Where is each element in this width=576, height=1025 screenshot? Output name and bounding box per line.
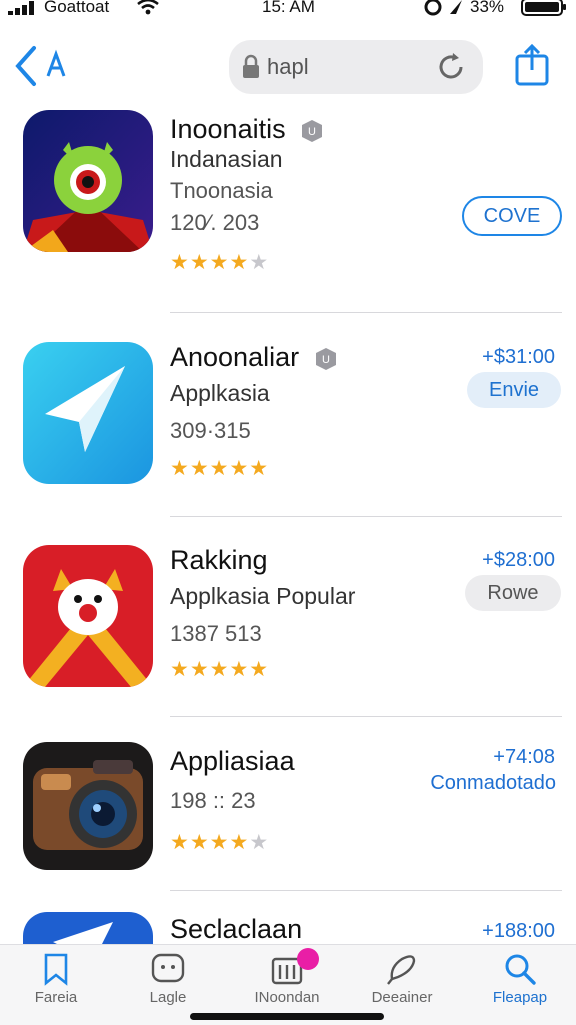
search-query: hapl — [267, 54, 309, 79]
clown-icon — [23, 545, 153, 687]
app-title: Inoonaitis — [170, 114, 286, 144]
half-star-icon: ★ — [249, 251, 270, 274]
svg-text:U: U — [322, 354, 330, 366]
tab-deeainer[interactable]: Deeainer — [352, 951, 452, 1017]
tab-lagle[interactable]: Lagle — [118, 951, 218, 1017]
home-indicator[interactable] — [190, 1013, 384, 1020]
star-rating: ★★★★★ — [170, 457, 270, 480]
tab-label: INoondan — [254, 989, 320, 1006]
tab-label: Fareia — [34, 989, 78, 1006]
search-icon — [505, 954, 536, 985]
pen-icon — [387, 955, 416, 985]
reload-icon[interactable] — [435, 51, 467, 83]
star-rating: ★★★★★ — [170, 658, 270, 681]
list-item[interactable]: Seclaclaan +188:00 — [0, 912, 576, 944]
app-title: Anoonaliar — [170, 342, 300, 372]
half-star-icon: ★ — [249, 831, 270, 854]
tab-label: Fleapap — [492, 989, 548, 1006]
svg-text:U: U — [308, 126, 316, 138]
app-icon[interactable] — [23, 110, 153, 252]
tab-label: Lagle — [149, 989, 187, 1006]
tab-fareia[interactable]: Fareia — [6, 951, 106, 1017]
clock: 15: AM — [262, 0, 315, 16]
app-title-row: Anoonaliar U — [170, 342, 337, 373]
app-icon[interactable] — [23, 342, 153, 484]
divider — [170, 890, 562, 891]
list-item[interactable]: Rakking Applkasia Popular 1387 513 ★★★★★… — [0, 545, 576, 715]
list-item[interactable]: Inoonaitis U Indanasian Tnoonasia 120⁄. … — [0, 110, 576, 310]
app-price: +188:00 — [482, 920, 555, 942]
get-button[interactable]: COVE — [462, 196, 562, 236]
app-category: Tnoonasia — [170, 178, 273, 203]
carrier-name: Goattoat — [44, 0, 110, 16]
camera-icon — [23, 742, 153, 870]
get-button[interactable]: Rowe — [465, 575, 561, 611]
app-price: +$28:00 — [482, 549, 555, 571]
list-item[interactable]: Anoonaliar U Applkasia 309·315 ★★★★★ +$3… — [0, 342, 576, 512]
address-bar[interactable]: hapl — [229, 40, 483, 94]
app-icon[interactable] — [23, 912, 153, 944]
app-logo-icon — [23, 110, 153, 252]
location-icon — [424, 0, 462, 16]
bookmark-icon — [44, 953, 68, 986]
age-rating-icon: U — [315, 347, 336, 370]
signal-icon — [8, 1, 34, 15]
app-developer: Indanasian — [170, 146, 283, 172]
age-rating-icon: U — [302, 119, 323, 142]
battery-percentage: 33% — [470, 0, 505, 16]
app-logo-icon — [23, 912, 153, 944]
star-rating: ★★★★★ — [170, 251, 270, 274]
app-price: +$31:00 — [482, 346, 555, 368]
app-developer: Applkasia — [170, 380, 270, 406]
app-title-row: Inoonaitis U — [170, 114, 323, 145]
tab-label: Deeainer — [371, 989, 433, 1006]
app-downloads: 309·315 — [170, 418, 251, 443]
app-developer: Applkasia Popular — [170, 583, 356, 609]
notification-badge — [297, 948, 319, 970]
app-icon[interactable] — [23, 742, 153, 870]
app-downloads: 1387 513 — [170, 621, 262, 646]
get-button[interactable]: Envie — [467, 372, 561, 408]
back-button[interactable] — [12, 44, 70, 88]
app-title: Appliasiaa — [170, 746, 295, 776]
app-price: +74:08 — [493, 746, 555, 768]
app-downloads: 120⁄. 203 — [170, 210, 260, 235]
chat-icon — [151, 953, 185, 983]
battery-icon — [521, 0, 566, 16]
status-bar: Goattoat 15: AM 33% — [0, 0, 576, 20]
navigation-bar: hapl — [0, 36, 576, 100]
wifi-icon — [137, 0, 159, 15]
divider — [170, 516, 562, 517]
open-link[interactable]: Conmadotado — [430, 772, 556, 795]
lock-icon — [243, 54, 259, 78]
list-item[interactable]: Appliasiaa 198 :: 23 ★★★★★ +74:08 Conmad… — [0, 742, 576, 892]
app-title: Rakking — [170, 545, 268, 575]
app-downloads: 198 :: 23 — [170, 788, 256, 813]
tab-inoondan[interactable]: INoondan — [237, 951, 337, 1017]
tab-fleapap[interactable]: Fleapap — [470, 951, 570, 1017]
divider — [170, 716, 562, 717]
app-icon[interactable] — [23, 545, 153, 687]
divider — [170, 312, 562, 313]
send-icon — [23, 342, 153, 484]
star-rating: ★★★★★ — [170, 831, 270, 854]
app-title: Seclaclaan — [170, 914, 303, 944]
share-icon[interactable] — [512, 44, 552, 88]
